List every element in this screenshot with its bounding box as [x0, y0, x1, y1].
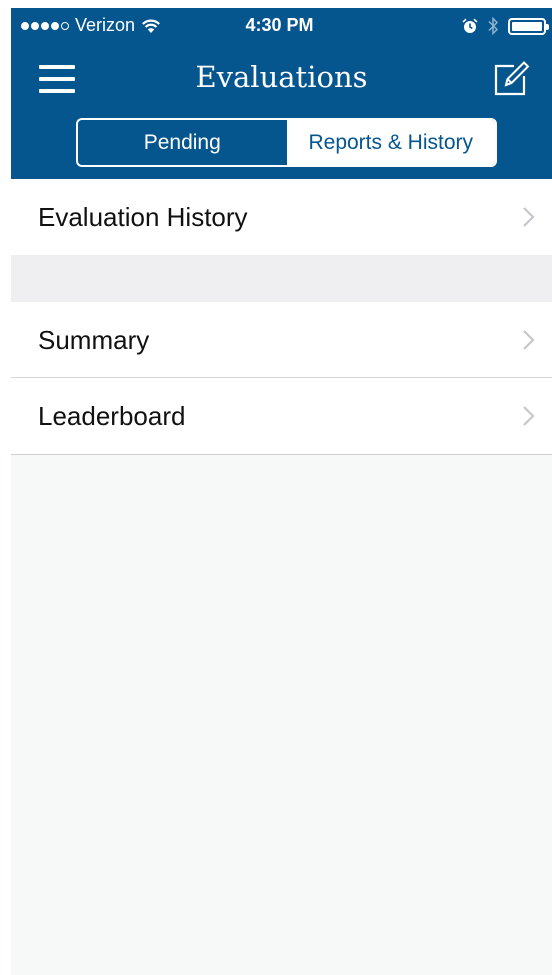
list-item-label: Leaderboard [38, 400, 186, 431]
list-item-evaluation-history[interactable]: Evaluation History [11, 179, 552, 255]
list-group-history: Evaluation History [11, 179, 552, 255]
segmented-control: Pending Reports & History [76, 118, 497, 167]
section-spacer [11, 255, 552, 302]
list-item-label: Summary [38, 324, 150, 355]
status-right [462, 16, 549, 36]
list-item-leaderboard[interactable]: Leaderboard [11, 378, 552, 454]
segment-pending[interactable]: Pending [78, 120, 287, 165]
segment-reports-history[interactable]: Reports & History [286, 120, 495, 165]
chevron-right-icon [523, 330, 535, 350]
alarm-icon [462, 18, 478, 33]
battery-icon [508, 17, 549, 35]
list-group-reports: Summary Leaderboard [11, 302, 552, 454]
header: Verizon 4:30 PM Evaluations Pending Repo… [11, 8, 552, 179]
list-bottom-divider [11, 454, 552, 455]
list-item-label: Evaluation History [38, 201, 248, 232]
navigation-bar: Evaluations [11, 48, 552, 110]
list-item-summary[interactable]: Summary [11, 302, 552, 378]
app-screen: Verizon 4:30 PM Evaluations Pending Repo… [11, 8, 552, 975]
bluetooth-icon [488, 16, 499, 36]
chevron-right-icon [523, 406, 535, 426]
status-bar: Verizon 4:30 PM [11, 8, 552, 44]
compose-icon[interactable] [492, 58, 532, 98]
page-title: Evaluations [195, 60, 368, 94]
chevron-right-icon [523, 207, 535, 227]
